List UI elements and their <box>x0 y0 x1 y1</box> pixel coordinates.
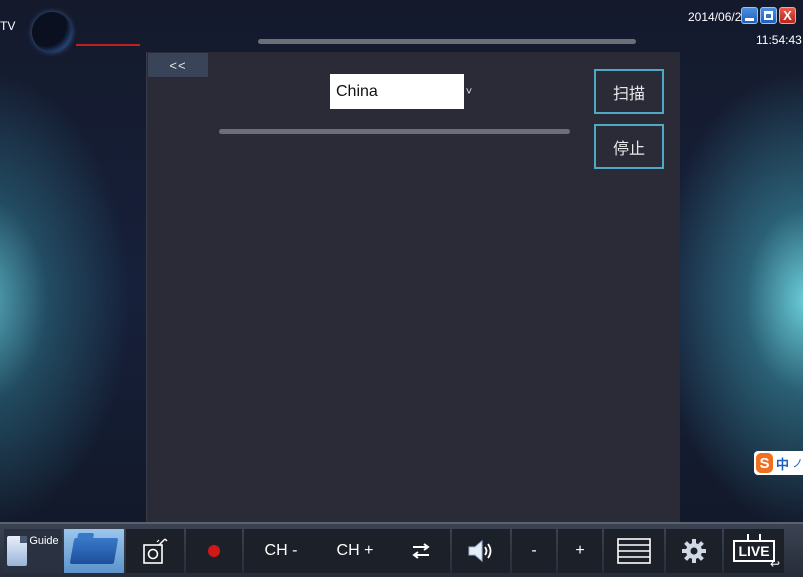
live-tv-button[interactable]: LIVE ↩ <box>724 529 784 573</box>
gear-icon <box>682 539 706 563</box>
record-button[interactable] <box>186 529 242 573</box>
volume-button[interactable] <box>452 529 510 573</box>
folder-button[interactable] <box>64 529 124 573</box>
swap-channel-button[interactable] <box>392 529 450 573</box>
snapshot-button[interactable] <box>126 529 184 573</box>
guide-label: Guide <box>29 535 59 547</box>
ime-indicator[interactable]: S 中 ノ <box>754 451 803 475</box>
channel-list-button[interactable] <box>604 529 664 573</box>
scan-progress-bar <box>219 129 570 134</box>
stop-button[interactable]: 停止 <box>594 124 664 169</box>
folder-icon <box>69 538 119 564</box>
speaker-icon <box>468 539 492 563</box>
clock-date: 2014/06/27 <box>688 10 749 24</box>
top-slider[interactable] <box>258 39 636 44</box>
guide-button[interactable]: Guide <box>4 529 62 573</box>
country-select-value: China <box>336 82 378 100</box>
live-tv-icon: LIVE <box>733 540 775 562</box>
camera-icon <box>143 538 168 564</box>
ime-extra-icon: ノ <box>792 458 803 470</box>
sogou-logo-icon: S <box>756 453 773 473</box>
country-select[interactable]: China ˅ <box>330 74 474 109</box>
minimize-icon <box>745 17 754 21</box>
signal-indicator <box>76 44 140 46</box>
scan-button[interactable]: 扫描 <box>594 69 664 114</box>
clock-time: 11:54:43 <box>756 33 802 47</box>
chevron-down-icon[interactable]: ˅ <box>464 74 474 109</box>
ime-mode-label: 中 <box>775 456 789 472</box>
record-icon <box>208 545 220 557</box>
close-icon: X <box>783 8 792 23</box>
close-button[interactable]: X <box>779 7 796 24</box>
app-label: TV <box>0 19 16 33</box>
settings-button[interactable] <box>666 529 722 573</box>
control-bar: Guide CH - CH + - + LIVE ↩ <box>0 522 803 577</box>
channel-scan-panel <box>146 52 680 524</box>
return-arrow-icon: ↩ <box>769 557 780 571</box>
maximize-icon <box>764 11 773 20</box>
channel-down-button[interactable]: CH - <box>244 529 318 573</box>
swap-arrows-icon <box>412 543 430 559</box>
volume-up-button[interactable]: + <box>558 529 602 573</box>
minimize-button[interactable] <box>741 7 758 24</box>
document-icon <box>7 536 28 566</box>
list-icon <box>617 538 651 564</box>
maximize-button[interactable] <box>760 7 777 24</box>
moon-logo-icon <box>32 12 72 52</box>
volume-down-button[interactable]: - <box>512 529 556 573</box>
back-button[interactable]: << <box>148 53 208 77</box>
channel-up-button[interactable]: CH + <box>318 529 392 573</box>
